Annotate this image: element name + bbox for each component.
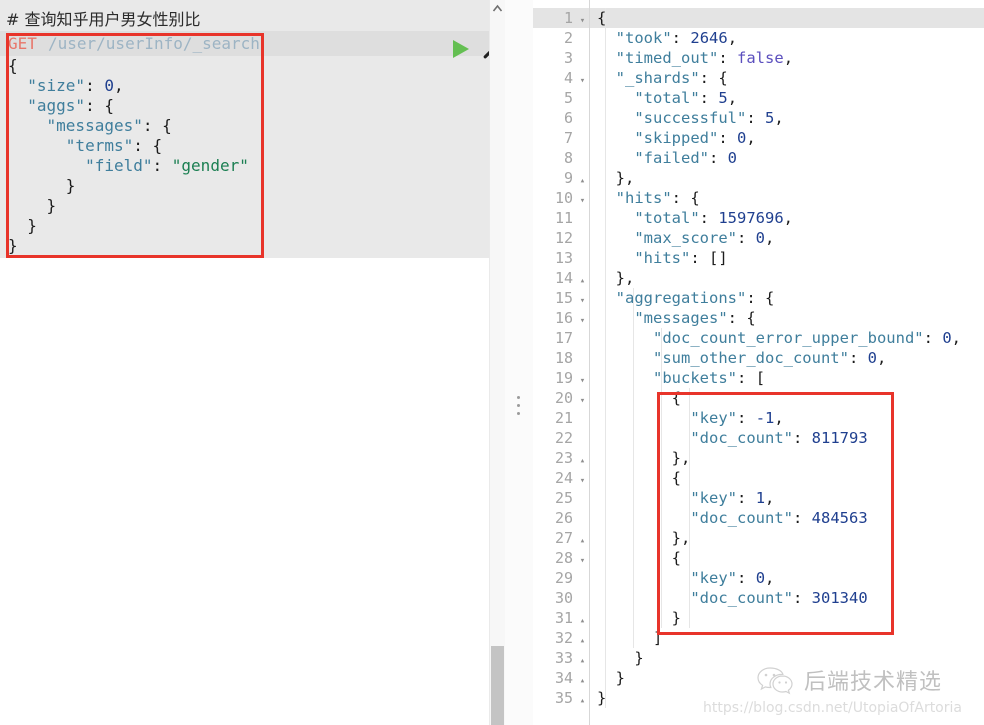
line-number-label: 17 — [554, 329, 573, 347]
line-number-15: 15 ▾ — [533, 288, 589, 308]
indent-guide-3 — [689, 388, 690, 628]
request-method-line[interactable]: GET /user/userInfo/_search — [0, 31, 489, 56]
line-number-label: 21 — [554, 409, 573, 427]
line-number-4: 4 ▾ — [533, 68, 589, 88]
line-number-32: 32 ▴ — [533, 628, 589, 648]
response-pane: 1 ▾ 2 3 4 ▾ 5 6 7 8 9 ▴ 10 ▾ 11 12 13 14 ▴ 15 ▾ 16 ▾ 1… — [533, 0, 984, 725]
request-comment: # 查询知乎用户男女性别比 — [6, 10, 201, 29]
line-number-label: 2 — [563, 29, 573, 47]
line-number-12: 12 — [533, 228, 589, 248]
line-number-29: 29 — [533, 568, 589, 588]
http-method-label: GET — [8, 34, 37, 53]
line-number-13: 13 — [533, 248, 589, 268]
line-number-label: 12 — [554, 229, 573, 247]
line-number-10: 10 ▾ — [533, 188, 589, 208]
line-number-label: 33 — [554, 649, 573, 667]
line-number-1: 1 ▾ — [533, 8, 589, 28]
line-number-2: 2 — [533, 28, 589, 48]
line-number-30: 30 — [533, 588, 589, 608]
line-number-label: 15 — [554, 289, 573, 307]
line-number-label: 23 — [554, 449, 573, 467]
line-number-label: 18 — [554, 349, 573, 367]
line-number-label: 34 — [554, 669, 573, 687]
line-number-17: 17 — [533, 328, 589, 348]
line-number-label: 32 — [554, 629, 573, 647]
request-body-code[interactable]: { "size": 0, "aggs": { "messages": { "te… — [8, 56, 249, 256]
line-number-20: 20 ▾ — [533, 388, 589, 408]
gutter-divider — [589, 0, 590, 725]
line-number-label: 27 — [554, 529, 573, 547]
line-number-34: 34 ▴ — [533, 668, 589, 688]
line-number-16: 16 ▾ — [533, 308, 589, 328]
line-number-label: 6 — [563, 109, 573, 127]
line-number-label: 19 — [554, 369, 573, 387]
line-number-27: 27 ▴ — [533, 528, 589, 548]
line-number-label: 25 — [554, 489, 573, 507]
line-number-label: 8 — [563, 149, 573, 167]
line-number-5: 5 — [533, 88, 589, 108]
line-number-14: 14 ▴ — [533, 268, 589, 288]
pane-splitter[interactable] — [505, 0, 533, 725]
line-number-label: 9 — [563, 169, 573, 187]
line-number-26: 26 — [533, 508, 589, 528]
response-body-code[interactable]: { "took": 2646, "timed_out": false, "_sh… — [597, 8, 961, 708]
line-number-22: 22 — [533, 428, 589, 448]
request-path-label: /user/userInfo/_search — [48, 34, 260, 53]
drag-handle-icon[interactable] — [516, 396, 521, 415]
line-number-33: 33 ▴ — [533, 648, 589, 668]
request-editor[interactable]: # 查询知乎用户男女性别比 GET /user/userInfo/_search… — [0, 0, 489, 258]
line-number-35: 35 ▴ — [533, 688, 589, 708]
line-number-label: 13 — [554, 249, 573, 267]
line-number-24: 24 ▾ — [533, 468, 589, 488]
response-line-number-gutter: 1 ▾ 2 3 4 ▾ 5 6 7 8 9 ▴ 10 ▾ 11 12 13 14 ▴ 15 ▾ 16 ▾ 1… — [533, 0, 589, 725]
request-pane: # 查询知乎用户男女性别比 GET /user/userInfo/_search… — [0, 0, 489, 725]
chevron-up-icon[interactable] — [490, 0, 505, 18]
line-number-label: 10 — [554, 189, 573, 207]
line-number-19: 19 ▾ — [533, 368, 589, 388]
line-number-label: 28 — [554, 549, 573, 567]
line-number-label: 1 — [563, 9, 573, 27]
line-number-label: 24 — [554, 469, 573, 487]
scrollbar-thumb[interactable] — [491, 646, 504, 725]
request-pane-scrollbar[interactable] — [489, 0, 505, 725]
line-number-label: 20 — [554, 389, 573, 407]
run-request-button[interactable] — [450, 38, 472, 60]
line-number-label: 31 — [554, 609, 573, 627]
line-number-label: 3 — [563, 49, 573, 67]
line-number-6: 6 — [533, 108, 589, 128]
line-number-8: 8 — [533, 148, 589, 168]
line-number-3: 3 — [533, 48, 589, 68]
indent-guide-0 — [605, 8, 606, 708]
line-number-23: 23 ▴ — [533, 448, 589, 468]
line-number-label: 4 — [563, 69, 573, 87]
line-number-18: 18 — [533, 348, 589, 368]
line-number-31: 31 ▴ — [533, 608, 589, 628]
line-number-9: 9 ▴ — [533, 168, 589, 188]
wrench-icon[interactable] — [481, 38, 489, 62]
line-number-25: 25 — [533, 488, 589, 508]
fold-up-icon[interactable]: ▴ — [576, 691, 589, 711]
indent-guide-2 — [661, 328, 662, 628]
line-number-label: 22 — [554, 429, 573, 447]
line-number-21: 21 — [533, 408, 589, 428]
line-number-label: 14 — [554, 269, 573, 287]
line-number-label: 16 — [554, 309, 573, 327]
line-number-label: 29 — [554, 569, 573, 587]
line-number-label: 11 — [554, 209, 573, 227]
line-number-7: 7 — [533, 128, 589, 148]
line-number-28: 28 ▾ — [533, 548, 589, 568]
line-number-label: 35 — [554, 689, 573, 707]
indent-guide-1 — [633, 288, 634, 648]
line-number-label: 30 — [554, 589, 573, 607]
line-number-label: 26 — [554, 509, 573, 527]
line-number-label: 5 — [563, 89, 573, 107]
line-number-label: 7 — [563, 129, 573, 147]
line-number-11: 11 — [533, 208, 589, 228]
